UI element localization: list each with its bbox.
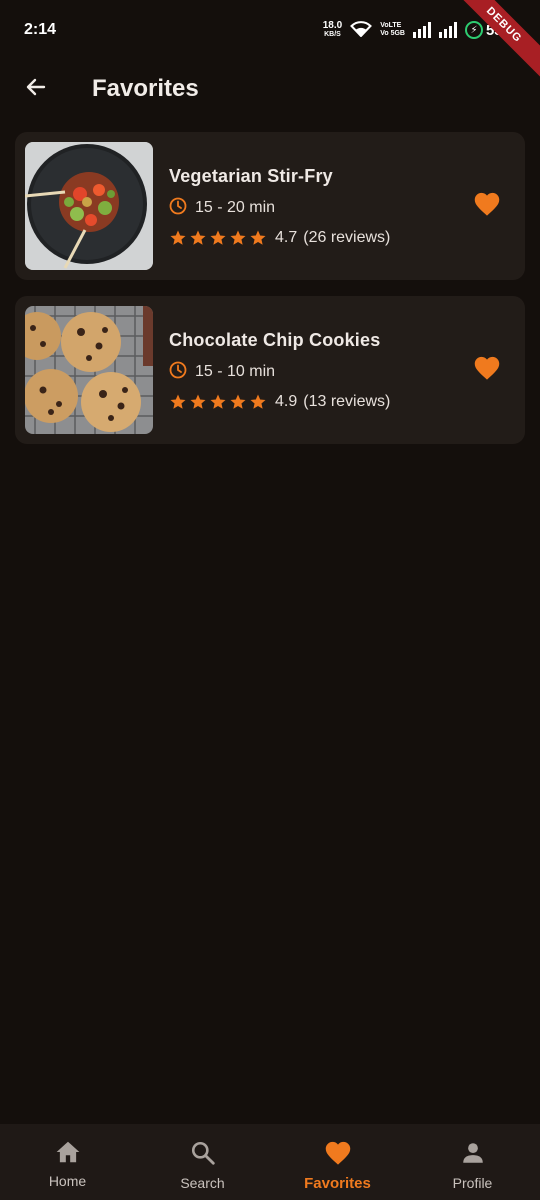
volte-indicator: VoLTE Vo 5GB: [380, 22, 405, 38]
star-icon: [210, 394, 226, 409]
favorite-toggle-button[interactable]: [471, 190, 503, 222]
volte-label-1: VoLTE: [380, 22, 402, 29]
clock-icon: [169, 361, 187, 384]
star-icon: [250, 394, 266, 409]
heart-icon: [324, 1140, 352, 1171]
home-icon: [55, 1140, 81, 1169]
star-rating: [169, 229, 267, 247]
recipe-time: 15 - 10 min: [169, 361, 515, 384]
rating-value: 4.7: [275, 228, 298, 246]
nav-label-favorites: Favorites: [304, 1175, 371, 1192]
star-icon: [170, 394, 186, 409]
star-rating: [169, 393, 267, 411]
recipe-time: 15 - 20 min: [169, 197, 515, 220]
recipe-info: Vegetarian Stir-Fry 15 - 20 min 4.7 (26 …: [169, 166, 515, 247]
nav-item-search[interactable]: Search: [135, 1124, 270, 1200]
recipe-image: [25, 142, 153, 270]
nav-item-favorites[interactable]: Favorites: [270, 1124, 405, 1200]
volte-label-2: Vo 5GB: [380, 30, 405, 37]
recipe-title: Vegetarian Stir-Fry: [169, 165, 333, 186]
page-title: Favorites: [92, 75, 199, 102]
recipe-image: [25, 306, 153, 434]
signal-icon-2: [438, 22, 457, 38]
app-bar: Favorites: [0, 60, 540, 118]
recipe-card-stir-fry[interactable]: Vegetarian Stir-Fry 15 - 20 min 4.7 (26 …: [15, 132, 525, 280]
recipe-info: Chocolate Chip Cookies 15 - 10 min 4.9 (…: [169, 330, 515, 411]
star-icon: [250, 230, 266, 245]
person-icon: [460, 1140, 486, 1171]
nav-label-profile: Profile: [452, 1175, 493, 1191]
nav-label-home: Home: [48, 1173, 87, 1189]
heart-icon: [473, 191, 501, 222]
status-bar: 2:14 18.0 KB/S VoLTE Vo 5GB ⚡ 53%: [0, 0, 540, 60]
clock-icon: [169, 197, 187, 220]
favorites-list: Vegetarian Stir-Fry 15 - 20 min 4.7 (26 …: [15, 132, 525, 460]
rating-value: 4.9: [275, 392, 298, 410]
recipe-rating: 4.9 (13 reviews): [169, 393, 515, 411]
review-count: (13 reviews): [303, 392, 391, 410]
star-icon: [230, 230, 246, 245]
star-icon: [230, 394, 246, 409]
favorite-toggle-button[interactable]: [471, 354, 503, 386]
recipe-rating: 4.7 (26 reviews): [169, 229, 515, 247]
network-speed-value: 18.0: [322, 20, 343, 31]
network-speed: 18.0 KB/S: [323, 21, 342, 39]
star-icon: [190, 230, 206, 245]
star-icon: [210, 230, 226, 245]
nav-item-home[interactable]: Home: [0, 1124, 135, 1200]
wifi-icon: [350, 20, 373, 40]
nav-item-profile[interactable]: Profile: [405, 1124, 540, 1200]
network-speed-unit: KB/S: [324, 31, 341, 38]
star-icon: [190, 394, 206, 409]
battery-charging-icon: ⚡: [464, 21, 483, 39]
status-time: 2:14: [24, 21, 57, 38]
arrow-left-icon: [24, 75, 48, 104]
recipe-time-text: 15 - 20 min: [195, 199, 276, 216]
back-button[interactable]: [10, 63, 62, 115]
star-icon: [170, 230, 186, 245]
review-count: (26 reviews): [303, 228, 391, 246]
heart-icon: [473, 355, 501, 386]
recipe-title: Chocolate Chip Cookies: [169, 329, 381, 350]
recipe-card-cookies[interactable]: Chocolate Chip Cookies 15 - 10 min 4.9 (…: [15, 296, 525, 444]
bottom-navigation: Home Search Favorites Profile: [0, 1124, 540, 1200]
signal-icon: [412, 22, 431, 38]
recipe-time-text: 15 - 10 min: [195, 363, 276, 380]
nav-label-search: Search: [180, 1175, 225, 1191]
search-icon: [190, 1140, 216, 1171]
